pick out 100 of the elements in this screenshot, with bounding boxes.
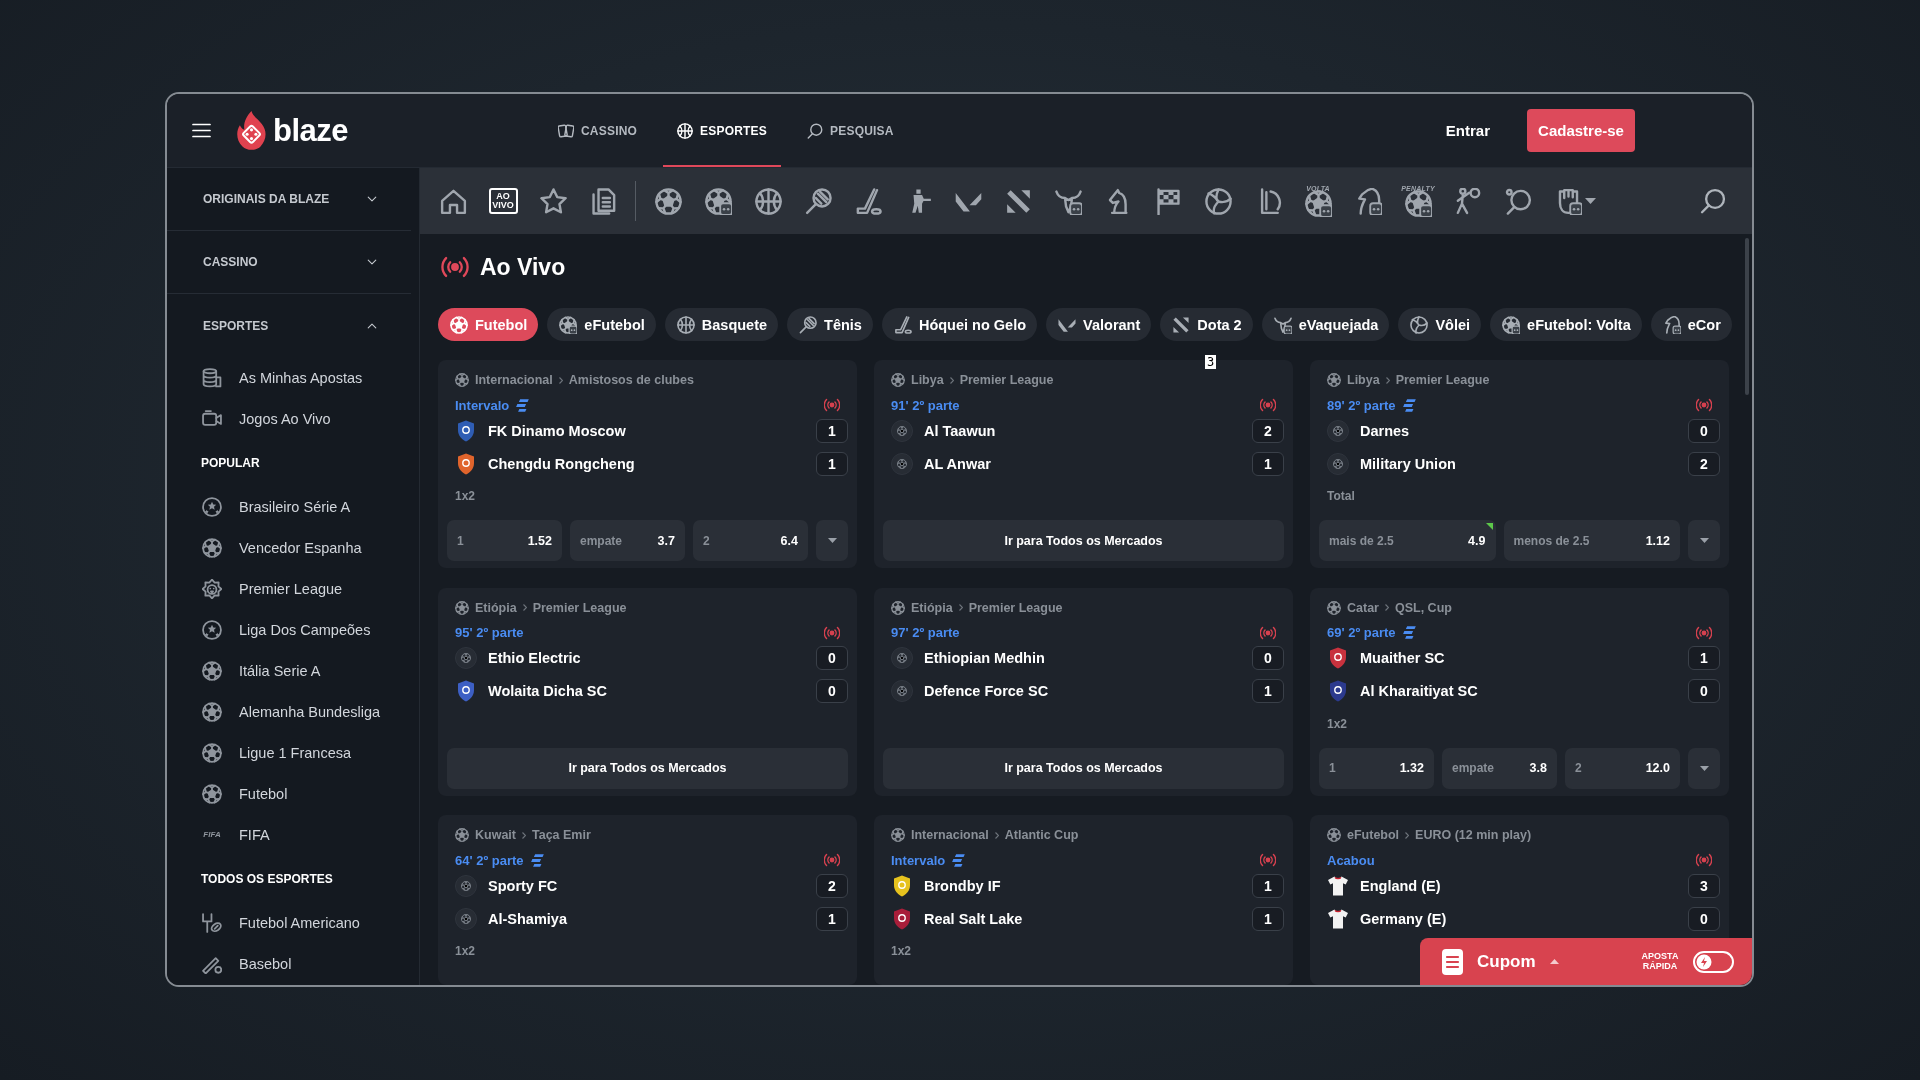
team-name: Ethiopian Medhin [924, 650, 1045, 666]
sidebar-item[interactable]: Ligue 1 Francesa [167, 732, 352, 773]
quick-bet-toggle[interactable] [1693, 950, 1734, 973]
slanted-bars-icon[interactable] [529, 852, 545, 868]
all-markets-button[interactable]: Ir para Todos os Mercados [883, 747, 1284, 789]
star-icon[interactable] [539, 187, 567, 215]
slanted-bars-icon[interactable] [1401, 397, 1417, 413]
sidebar-item[interactable]: Basebol [167, 943, 292, 984]
lion-head-icon [202, 578, 222, 599]
odds-button[interactable]: 1 1.52 [447, 520, 562, 561]
sidebar-item[interactable]: Jogos Ao Vivo [167, 398, 331, 439]
basketball-icon[interactable] [754, 187, 782, 215]
league-country: Etiópia [911, 600, 953, 615]
sport-chip[interactable]: eFutebol [547, 308, 656, 341]
soccer-ball-icon [1327, 373, 1341, 387]
sport-chip[interactable]: Futebol [438, 308, 539, 341]
sport-chip[interactable]: Dota 2 [1160, 308, 1253, 341]
sport-chip[interactable]: Hóquei no Gelo [881, 308, 1038, 341]
sport-chip[interactable]: eFutebol: Volta [1490, 308, 1642, 341]
soccer-ball-robot-icon[interactable] [704, 187, 732, 215]
odds-button[interactable]: 2 12.0 [1565, 747, 1680, 789]
team-score: 3 [1688, 873, 1720, 898]
live-tab[interactable]: AO VIVO [488, 188, 518, 214]
sidebar-item[interactable]: Liga Dos Campeões [167, 609, 371, 650]
odds-button[interactable]: 1 1.32 [1319, 747, 1434, 789]
coupon-bar[interactable]: Cupom APOSTA RÁPIDA [1420, 938, 1752, 985]
search-icon[interactable] [1700, 188, 1726, 214]
odds-button[interactable]: empate 3.8 [1442, 747, 1557, 789]
all-markets-button[interactable]: Ir para Todos os Mercados [883, 520, 1284, 561]
soccer-ball-icon [202, 537, 222, 558]
league-country: Etiópia [475, 600, 517, 615]
home-icon[interactable] [439, 187, 467, 215]
team-name: Germany (E) [1360, 910, 1447, 927]
hockey-stick-icon[interactable] [854, 187, 882, 215]
sport-chip[interactable]: eCor [1650, 308, 1732, 341]
scrollbar-thumb[interactable] [1745, 238, 1749, 395]
lightning-knob-icon [1696, 953, 1712, 970]
sport-chip[interactable]: Tênis [787, 308, 873, 341]
all-markets-button[interactable]: Ir para Todos os Mercados [447, 747, 848, 789]
sidebar-item[interactable]: Premier League [167, 568, 343, 609]
login-link[interactable]: Entrar [1445, 122, 1490, 139]
bull-robot-icon[interactable] [1054, 187, 1082, 215]
sidebar-item[interactable]: As Minhas Apostas [167, 357, 363, 398]
signup-button[interactable]: Cadastre-se [1527, 109, 1635, 152]
sport-chip[interactable]: Vôlei [1398, 308, 1482, 341]
chevron-right-icon [558, 376, 563, 384]
sidebar-item[interactable]: Alemanha Bundesliga [167, 691, 381, 732]
quick-bet-label: APOSTA RÁPIDA [1640, 951, 1680, 972]
sidebar-item[interactable]: Brasileiro Série A [167, 486, 351, 527]
broadcast-icon [1260, 624, 1276, 641]
player-ball-icon[interactable] [1454, 187, 1482, 215]
team-name: Chengdu Rongcheng [488, 455, 635, 472]
slanted-bars-icon[interactable] [951, 852, 967, 868]
sidebar-item[interactable]: FIFA FIFA [167, 814, 270, 855]
document-icon[interactable] [589, 187, 617, 215]
caret-up-icon[interactable] [1549, 959, 1559, 964]
star-ball-icon [202, 496, 222, 517]
sidebar-section-toggle[interactable]: CASSINO [167, 231, 411, 294]
sidebar-section-toggle[interactable]: ESPORTES [167, 294, 411, 357]
sidebar-item[interactable]: Futebol [167, 773, 288, 814]
playing-cards-icon [558, 122, 574, 139]
odds-button[interactable]: empate 3.7 [570, 520, 685, 561]
slanted-bars-icon[interactable] [515, 397, 531, 413]
sidebar-section-toggle[interactable]: ORIGINAIS DA BLAZE [167, 168, 411, 231]
match-status: 69' 2º parte [1327, 625, 1396, 640]
ping-pong-paddle-icon[interactable] [1504, 187, 1532, 215]
league-name: Taça Emir [532, 828, 591, 842]
menu-icon[interactable] [192, 121, 211, 140]
sidebar-item[interactable]: Itália Serie A [167, 650, 321, 691]
soccer-ball-icon [455, 600, 469, 615]
odds-button[interactable]: menos de 2.5 1.12 [1503, 520, 1680, 561]
market-label: 1x2 [454, 943, 476, 959]
team-name: Al Taawun [924, 422, 996, 439]
chevron-right-icon [958, 604, 963, 611]
wordmark-icon: FIFA [202, 830, 222, 839]
odds-button[interactable]: mais de 2.5 4.9 [1319, 520, 1496, 561]
odds-button[interactable]: 2 6.4 [693, 520, 808, 561]
team-score: 1 [1252, 679, 1284, 703]
tennis-racket-icon[interactable] [804, 187, 832, 215]
sport-chip[interactable]: Valorant [1046, 308, 1152, 341]
checkered-flag-icon[interactable] [1154, 187, 1182, 215]
sidebar-item[interactable]: Vencedor Espanha [167, 527, 362, 568]
league-name: QSL, Cup [1394, 600, 1452, 615]
slanted-bars-icon[interactable] [1401, 625, 1417, 640]
caret-down-icon[interactable] [1585, 198, 1596, 204]
sidebar-item[interactable]: Futebol Americano [167, 902, 360, 943]
market-label: 1x2 [890, 943, 912, 959]
slash-logo-icon[interactable] [1004, 187, 1032, 215]
logo-text[interactable]: blaze [273, 112, 349, 149]
sport-chip[interactable]: eVaquejada [1261, 308, 1390, 341]
nav-tab[interactable]: PESQUISA [793, 94, 908, 167]
nav-tab[interactable]: CASSINO [544, 94, 652, 167]
soccer-ball-icon [891, 828, 905, 842]
volleyball-icon[interactable] [1204, 187, 1232, 215]
soccer-ball-icon[interactable] [654, 187, 682, 215]
team-name: Ethio Electric [488, 650, 581, 666]
sport-chip[interactable]: Basquete [664, 308, 779, 341]
broadcast-icon [1260, 397, 1276, 413]
soccer-ball-icon [891, 373, 905, 387]
soccer-ball-icon [891, 647, 913, 669]
